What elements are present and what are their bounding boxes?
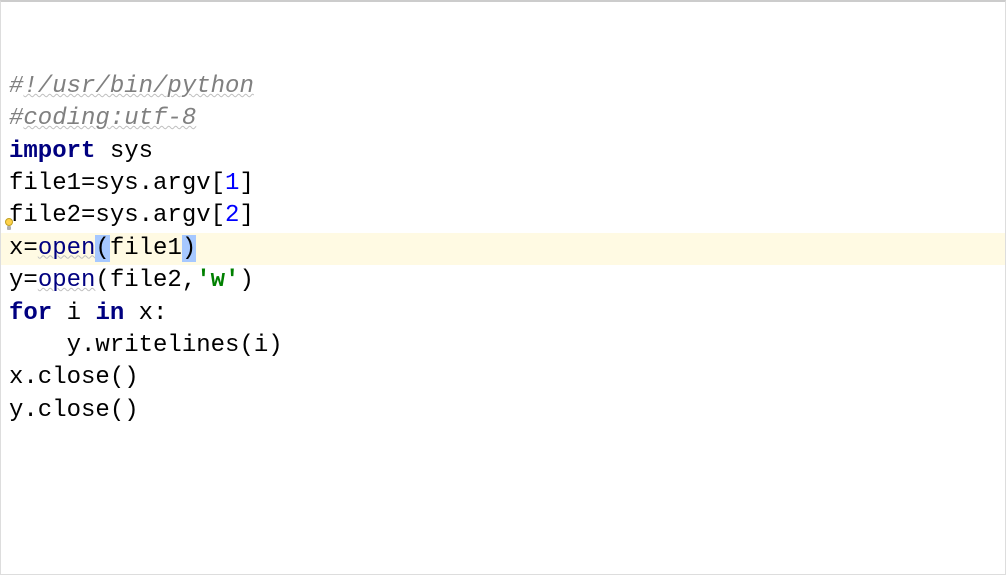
- code-token: x.close(): [9, 364, 139, 391]
- code-line[interactable]: file1=sys.argv[1]: [9, 168, 997, 200]
- code-token: y.writelines(i): [9, 332, 283, 359]
- code-token: (file2,: [95, 267, 196, 294]
- code-token: sys: [95, 138, 153, 165]
- code-token: coding:utf-8: [23, 105, 196, 132]
- code-token: 2: [225, 202, 239, 229]
- code-token: ): [182, 235, 196, 262]
- code-token: 1: [225, 170, 239, 197]
- code-token: open: [38, 267, 96, 294]
- code-token: i: [52, 300, 95, 327]
- code-token: in: [95, 300, 124, 327]
- code-editor[interactable]: #!/usr/bin/python#coding:utf-8import sys…: [1, 2, 1005, 431]
- code-token: for: [9, 300, 52, 327]
- code-token: import: [9, 138, 95, 165]
- code-token: x:: [124, 300, 167, 327]
- code-token: !/usr/bin/python: [23, 73, 253, 100]
- code-line[interactable]: y.close(): [9, 395, 997, 427]
- code-token: file1=sys.argv[: [9, 170, 225, 197]
- code-token: (: [95, 235, 109, 262]
- code-token: y.close(): [9, 397, 139, 424]
- code-line[interactable]: x.close(): [9, 362, 997, 394]
- code-token: file2=sys.argv[: [9, 202, 225, 229]
- code-line[interactable]: import sys: [9, 136, 997, 168]
- code-token: open: [38, 235, 96, 262]
- code-line[interactable]: y=open(file2,'w'): [9, 265, 997, 297]
- code-line[interactable]: y.writelines(i): [9, 330, 997, 362]
- code-token: ]: [239, 170, 253, 197]
- code-token: ]: [239, 202, 253, 229]
- code-token: y=: [9, 267, 38, 294]
- code-token: file1: [110, 235, 182, 262]
- code-line[interactable]: file2=sys.argv[2]: [9, 200, 997, 232]
- code-line[interactable]: x=open(file1): [1, 233, 1005, 265]
- code-token: ): [239, 267, 253, 294]
- code-line[interactable]: #!/usr/bin/python: [9, 71, 997, 103]
- code-line[interactable]: for i in x:: [9, 298, 997, 330]
- code-token: 'w': [196, 267, 239, 294]
- code-token: #: [9, 73, 23, 100]
- code-token: #: [9, 105, 23, 132]
- code-token: x=: [9, 235, 38, 262]
- code-line[interactable]: #coding:utf-8: [9, 103, 997, 135]
